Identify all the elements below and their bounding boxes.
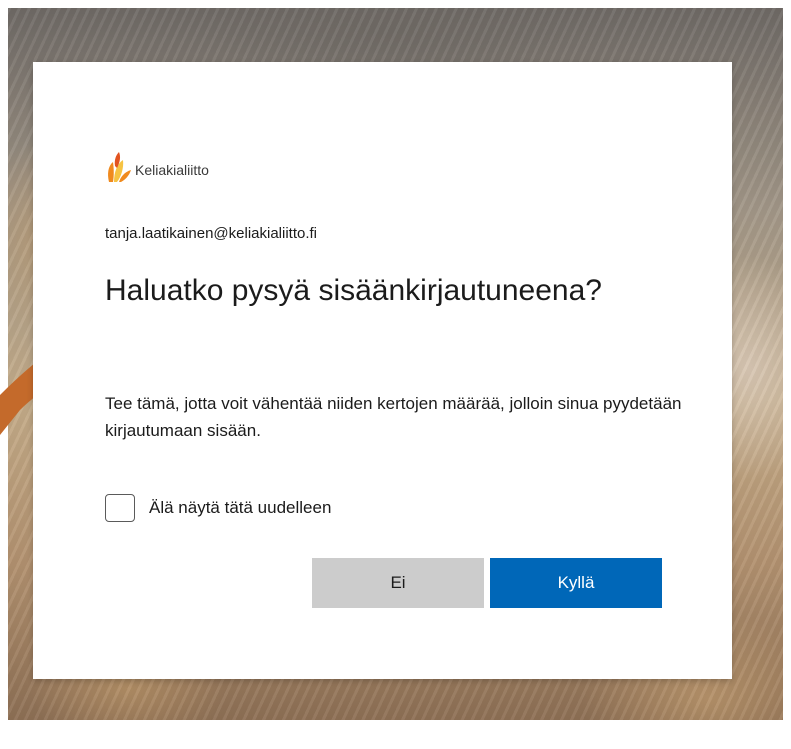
checkbox-label: Älä näytä tätä uudelleen	[149, 498, 332, 517]
checkbox-unchecked-icon[interactable]	[105, 494, 135, 522]
brand-logo: Keliakialiitto	[105, 151, 209, 183]
yes-button[interactable]: Kyllä	[490, 558, 662, 608]
dont-show-again-option[interactable]: Älä näytä tätä uudelleen	[105, 494, 331, 522]
brand-name: Keliakialiitto	[135, 162, 209, 178]
dialog-title: Haluatko pysyä sisäänkirjautuneena?	[105, 274, 602, 307]
dialog-description: Tee tämä, jotta voit vähentää niiden ker…	[105, 394, 682, 440]
no-button[interactable]: Ei	[312, 558, 484, 608]
wheat-leaf-logo-icon	[108, 152, 131, 182]
stay-signed-in-dialog: Keliakialiitto tanja.laatikainen@keliaki…	[33, 62, 732, 679]
sign-in-screen: Keliakialiitto tanja.laatikainen@keliaki…	[0, 0, 791, 749]
account-email: tanja.laatikainen@keliakialiitto.fi	[105, 225, 318, 242]
